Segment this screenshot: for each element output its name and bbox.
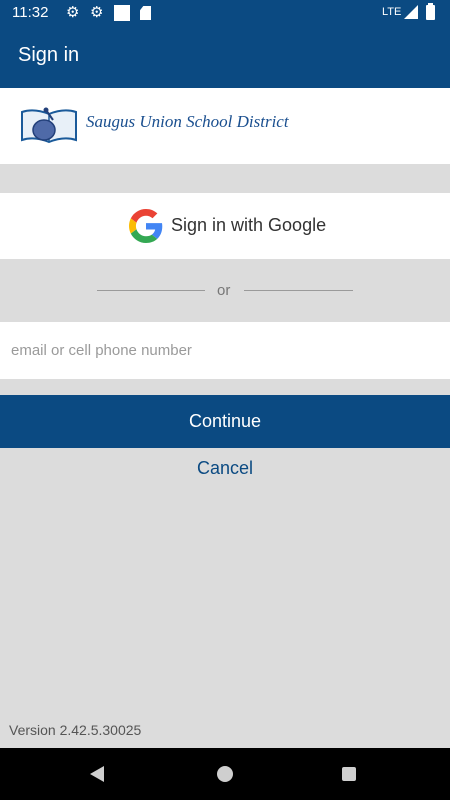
google-icon (129, 209, 163, 243)
signal-icon (404, 5, 418, 19)
battery-icon (426, 3, 435, 20)
continue-button[interactable]: Continue (0, 395, 450, 448)
district-logo-banner: Saugus Union School District (0, 88, 450, 164)
google-sign-in-button[interactable]: Sign in with Google (0, 193, 450, 259)
sd-card-icon (140, 6, 151, 20)
home-icon[interactable] (217, 766, 233, 782)
gear-icon: ⚙ (90, 4, 104, 21)
version-label: Version 2.42.5.30025 (9, 722, 142, 738)
district-name: Saugus Union School District (86, 112, 289, 131)
cancel-button[interactable]: Cancel (0, 458, 450, 479)
divider-line-right (244, 290, 353, 291)
status-bar: 11:32 ⚙ ⚙ LTE (0, 0, 450, 26)
back-icon[interactable] (90, 766, 104, 782)
gear-icon: ⚙ (66, 4, 80, 21)
divider-or: or (217, 282, 231, 299)
network-type: LTE (382, 6, 402, 18)
status-time: 11:32 (12, 4, 49, 21)
school-logo-icon (21, 107, 77, 144)
email-field[interactable] (0, 322, 450, 379)
square-icon (114, 5, 130, 21)
google-sign-in-label: Sign in with Google (171, 215, 327, 235)
system-navigation-bar (0, 748, 450, 800)
app-bar: Sign in (0, 26, 450, 88)
divider-line-left (97, 290, 205, 291)
page-title: Sign in (18, 44, 80, 66)
recents-icon[interactable] (342, 767, 356, 781)
